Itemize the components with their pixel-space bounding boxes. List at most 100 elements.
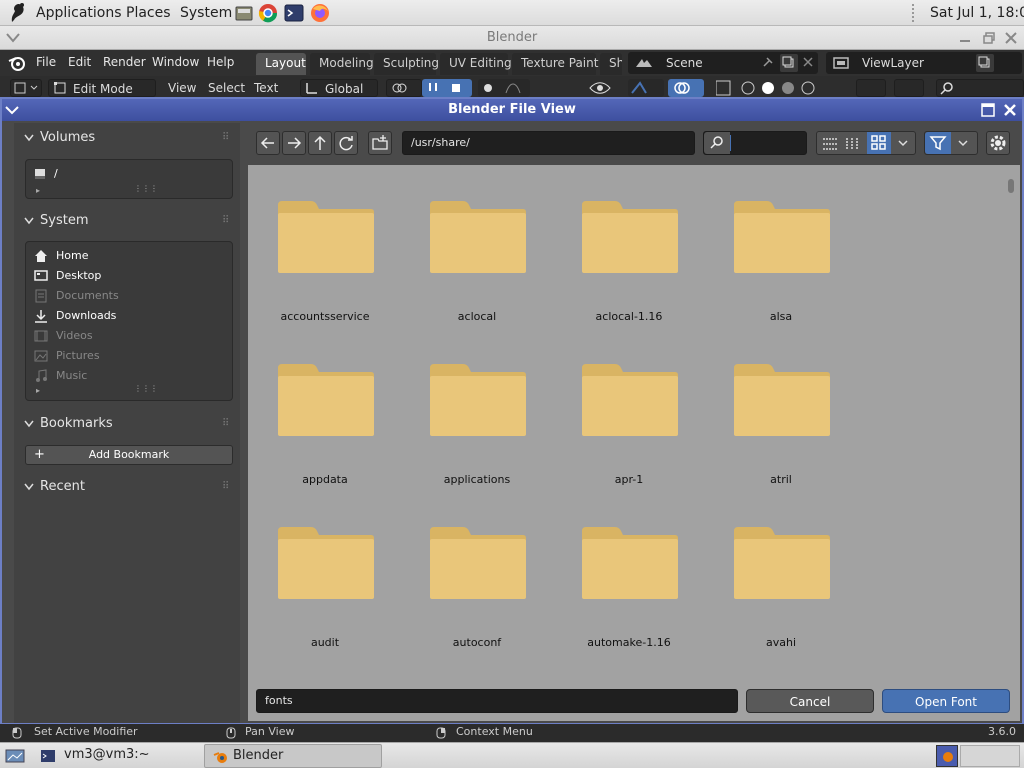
cancel-button[interactable]: Cancel (746, 689, 874, 713)
bookmarks-section-header[interactable]: Bookmarks ⠿ (14, 413, 240, 435)
sidebar-item-desktop[interactable]: Desktop (32, 266, 228, 286)
clock[interactable]: Sat Jul 1, 18:05 (930, 5, 1024, 21)
menu-view[interactable]: View (168, 81, 196, 95)
new-view-layer-icon[interactable] (976, 54, 994, 72)
drag-handle-icon[interactable]: ⠿ (222, 210, 229, 232)
drag-handle-icon[interactable]: ⠿ (222, 476, 229, 498)
new-scene-icon[interactable] (780, 54, 798, 72)
view-layer-name[interactable]: ViewLayer (862, 56, 924, 70)
chevron-down-icon[interactable] (897, 138, 909, 148)
volumes-section-header[interactable]: Volumes ⠿ (14, 127, 240, 149)
new-directory-button[interactable] (368, 131, 392, 155)
recent-section-header[interactable]: Recent ⠿ (14, 476, 240, 498)
system-menu[interactable]: System (180, 5, 232, 21)
file-manager-launcher-icon[interactable] (234, 3, 254, 23)
scrollbar[interactable] (1008, 179, 1014, 193)
firefox-launcher-icon[interactable] (310, 3, 330, 23)
menu-render[interactable]: Render (103, 55, 146, 69)
chrome-launcher-icon[interactable] (258, 3, 278, 23)
sidebar-item-downloads[interactable]: Downloads (32, 306, 228, 326)
tab-shading[interactable]: Sh (600, 53, 622, 75)
blender-logo-icon[interactable] (8, 55, 26, 71)
taskbar-terminal[interactable]: vm3@vm3:~ (36, 745, 201, 767)
overlay-toggle[interactable] (668, 79, 704, 97)
filter-toggle[interactable] (924, 131, 978, 155)
close-icon[interactable] (1004, 31, 1018, 45)
dialog-menu-icon[interactable] (4, 103, 20, 117)
drag-handle-icon[interactable]: ⠿ (222, 127, 229, 149)
filename-field[interactable]: fonts (256, 689, 738, 713)
folder-item[interactable]: applications (402, 328, 552, 488)
mode-dropdown[interactable]: Edit Mode (48, 79, 156, 97)
folder-item[interactable]: apr-1 (554, 328, 704, 488)
directory-path-field[interactable]: /usr/share/ (402, 131, 695, 155)
sidebar-toggle-dropdown[interactable] (856, 79, 886, 97)
menu-edit[interactable]: Edit (68, 55, 91, 69)
list-item[interactable]: / (32, 164, 228, 184)
resize-grip-icon[interactable]: ⋮⋮⋮ (134, 384, 158, 393)
minimize-icon[interactable] (958, 31, 972, 45)
folder-item[interactable]: aclocal (402, 165, 552, 325)
folder-item[interactable]: alsa (706, 165, 856, 325)
scroll-arrow-icon[interactable]: ▸ (36, 186, 40, 195)
open-font-button[interactable]: Open Font (882, 689, 1010, 713)
menu-text[interactable]: Text (254, 81, 278, 95)
menu-help[interactable]: Help (207, 55, 234, 69)
folder-item[interactable]: audit (250, 491, 400, 651)
chevron-down-icon[interactable] (957, 138, 969, 148)
visibility-icon[interactable] (588, 79, 628, 97)
folder-item[interactable]: appdata (250, 328, 400, 488)
sidebar-item-videos[interactable]: Videos (32, 326, 228, 346)
sidebar-item-music[interactable]: Music (32, 366, 228, 386)
sidebar-item-pictures[interactable]: Pictures (32, 346, 228, 366)
tab-uv-editing[interactable]: UV Editing (440, 53, 512, 75)
gnome-foot-icon[interactable] (8, 2, 28, 24)
pin-icon[interactable] (760, 56, 774, 70)
thumbnails-icon[interactable] (867, 132, 891, 154)
tab-texture-paint[interactable]: Texture Paint (512, 53, 598, 75)
taskbar-blender[interactable]: Blender (204, 744, 382, 768)
menu-window[interactable]: Window (152, 55, 199, 69)
forward-button[interactable] (282, 131, 306, 155)
shading-mode-buttons[interactable] (716, 79, 836, 97)
tab-sculpting[interactable]: Sculpting (374, 53, 439, 75)
maximize-icon[interactable] (982, 31, 996, 45)
view-layer-selector[interactable]: ViewLayer (826, 52, 1022, 74)
back-button[interactable] (256, 131, 280, 155)
folder-item[interactable]: autoconf (402, 491, 552, 651)
sidebar-item-home[interactable]: Home (32, 246, 228, 266)
workspace-switcher[interactable] (936, 745, 958, 767)
folder-item[interactable]: accountsservice (250, 165, 400, 325)
settings-gear-button[interactable] (986, 131, 1010, 155)
filter-search-field[interactable] (703, 131, 807, 155)
refresh-button[interactable] (334, 131, 358, 155)
tab-layout[interactable]: Layout (256, 53, 306, 75)
system-section-header[interactable]: System ⠿ (14, 210, 240, 232)
scene-name[interactable]: Scene (666, 56, 703, 70)
menu-select[interactable]: Select (208, 81, 245, 95)
folder-item[interactable]: aclocal-1.16 (554, 165, 704, 325)
pivot-dropdown[interactable] (386, 79, 422, 97)
scroll-arrow-icon[interactable]: ▸ (36, 386, 40, 395)
list-horizontal-icon[interactable] (843, 136, 861, 152)
show-desktop-icon[interactable] (4, 747, 26, 765)
orientation-dropdown[interactable]: Global (300, 79, 378, 97)
scene-selector[interactable]: Scene (628, 52, 818, 74)
applications-menu[interactable]: Applications (36, 5, 122, 21)
dialog-close-icon[interactable] (1002, 102, 1018, 118)
delete-scene-icon[interactable] (802, 56, 814, 68)
parent-directory-button[interactable] (308, 131, 332, 155)
tool-settings-dropdown[interactable] (894, 79, 924, 97)
menu-file[interactable]: File (36, 55, 56, 69)
list-vertical-icon[interactable] (821, 136, 839, 152)
drag-handle-icon[interactable]: ⠿ (222, 413, 229, 435)
proportional-edit-toggle[interactable] (478, 79, 530, 97)
places-menu[interactable]: Places (126, 5, 171, 21)
folder-item[interactable]: avahi (706, 491, 856, 651)
terminal-launcher-icon[interactable] (284, 3, 304, 23)
gizmo-toggle[interactable] (628, 79, 664, 97)
folder-item[interactable]: automake-1.16 (554, 491, 704, 651)
snap-toggle[interactable] (422, 79, 472, 97)
folder-item[interactable]: atril (706, 328, 856, 488)
dialog-maximize-icon[interactable] (980, 102, 996, 118)
